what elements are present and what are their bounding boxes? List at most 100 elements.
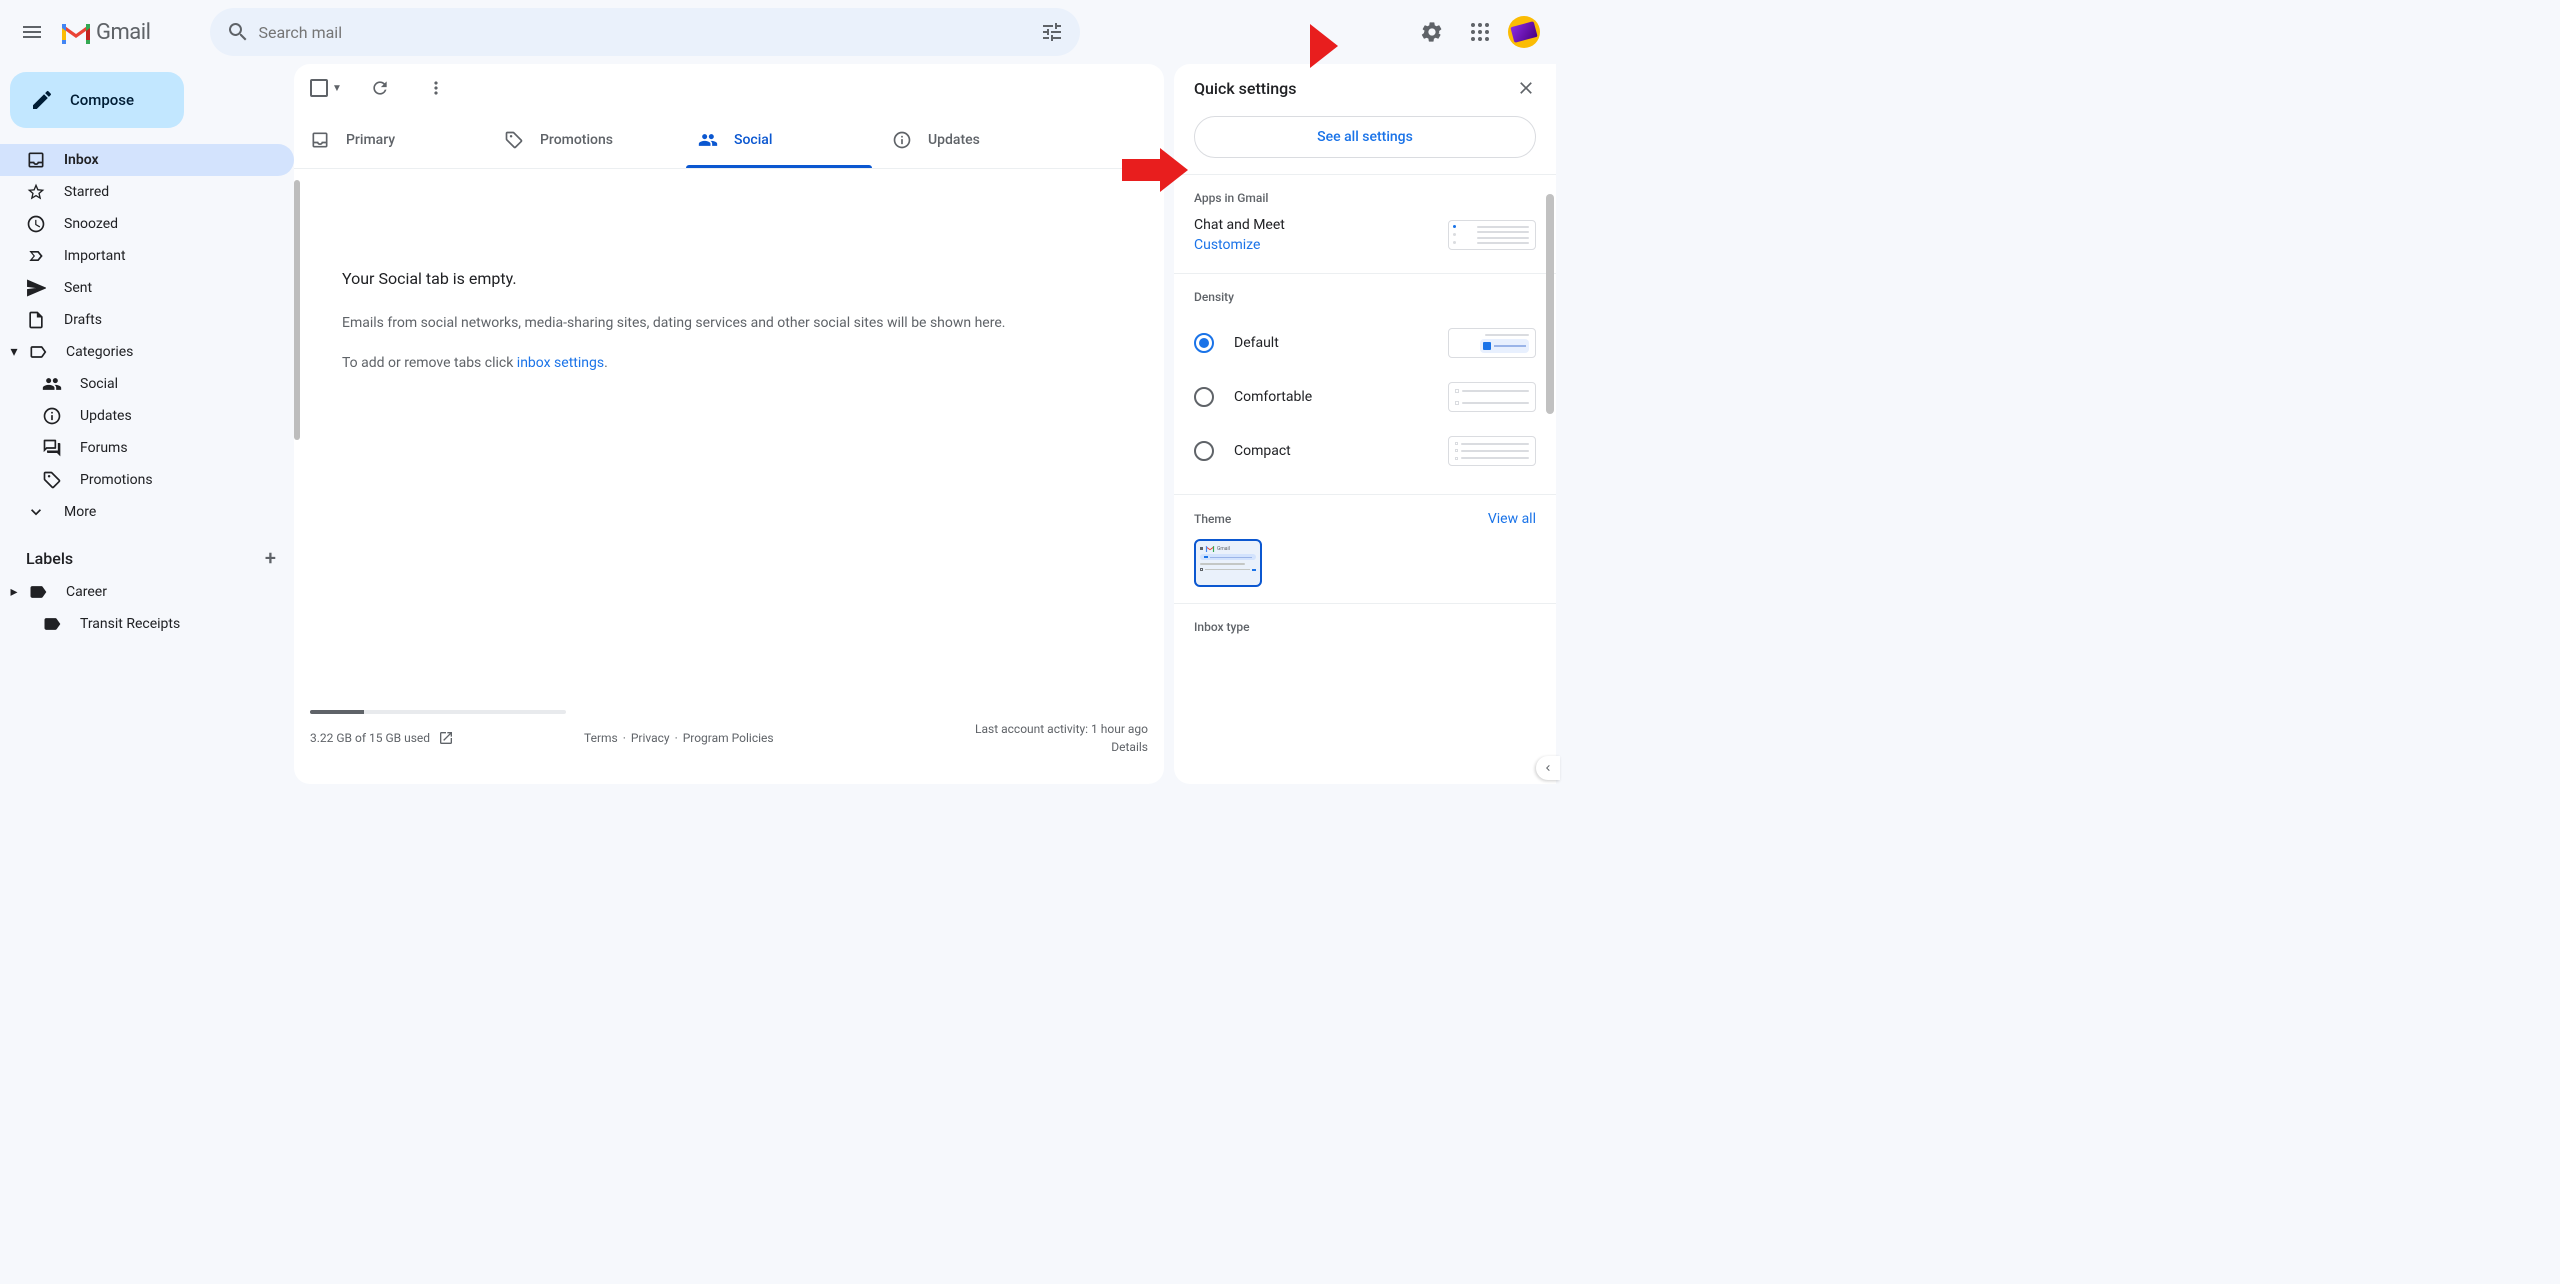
tab-promotions[interactable]: Promotions — [488, 112, 682, 168]
label-icon — [28, 342, 48, 362]
gmail-logo-icon — [60, 20, 92, 44]
empty-description: Emails from social networks, media-shari… — [342, 312, 1116, 334]
search-options-button[interactable] — [1032, 12, 1072, 52]
terms-link[interactable]: Terms — [584, 731, 618, 745]
theme-option-default[interactable]: Gmail — [1194, 539, 1262, 587]
label-icon — [28, 582, 48, 602]
search-icon — [226, 20, 250, 44]
inbox-settings-link[interactable]: inbox settings — [517, 355, 604, 371]
mail-panel: ▼ Primary Promotions — [294, 64, 1164, 784]
account-avatar[interactable] — [1508, 16, 1540, 48]
apps-section: Apps in Gmail Chat and Meet Customize — [1174, 174, 1556, 273]
label-item-career[interactable]: ▸ Career — [0, 576, 294, 608]
settings-scrollbar[interactable] — [1546, 194, 1554, 414]
tab-social[interactable]: Social — [682, 112, 876, 168]
sidebar-item-important[interactable]: Important — [0, 240, 294, 272]
nav-label: Sent — [64, 280, 92, 296]
inbox-type-title: Inbox type — [1194, 620, 1536, 634]
apps-section-title: Apps in Gmail — [1194, 191, 1536, 205]
add-label-button[interactable]: + — [265, 546, 276, 570]
sidebar-item-updates[interactable]: Updates — [0, 400, 294, 432]
compose-button[interactable]: Compose — [10, 72, 184, 128]
open-in-new-icon[interactable] — [438, 730, 454, 746]
avatar-image — [1510, 21, 1537, 43]
inbox-icon — [310, 130, 330, 150]
tab-label: Primary — [346, 132, 395, 148]
inbox-icon — [26, 150, 46, 170]
policies-link[interactable]: Program Policies — [683, 731, 774, 745]
forum-icon — [42, 438, 62, 458]
label-item-transit[interactable]: Transit Receipts — [0, 608, 294, 640]
chevron-right-icon: ▸ — [8, 584, 20, 600]
nav-label: More — [64, 504, 96, 520]
privacy-link[interactable]: Privacy — [631, 731, 670, 745]
labels-list: ▸ Career Transit Receipts — [0, 576, 294, 640]
chevron-down-icon: ▾ — [8, 344, 20, 360]
search-bar — [210, 8, 1080, 56]
close-settings-button[interactable] — [1516, 78, 1536, 98]
chat-meet-preview — [1448, 220, 1536, 250]
density-default[interactable]: Default — [1194, 316, 1536, 370]
label-icon — [42, 614, 62, 634]
category-tabs: Primary Promotions Social Updates — [294, 112, 1164, 169]
tab-primary[interactable]: Primary — [294, 112, 488, 168]
tag-icon — [504, 130, 524, 150]
chat-meet-label: Chat and Meet — [1194, 217, 1285, 233]
label-text: Transit Receipts — [80, 616, 180, 632]
more-vert-icon — [426, 78, 446, 98]
empty-title: Your Social tab is empty. — [342, 269, 1116, 288]
more-button[interactable] — [418, 70, 454, 106]
customize-link[interactable]: Customize — [1194, 237, 1285, 253]
sidebar-item-starred[interactable]: Starred — [0, 176, 294, 208]
sidebar-item-social[interactable]: Social — [0, 368, 294, 400]
compose-label: Compose — [70, 91, 134, 109]
refresh-button[interactable] — [362, 70, 398, 106]
details-link[interactable]: Details — [975, 740, 1148, 754]
chevron-down-icon: ▼ — [332, 83, 342, 94]
close-icon — [1516, 78, 1536, 98]
sidebar-item-forums[interactable]: Forums — [0, 432, 294, 464]
apps-grid-icon — [1468, 20, 1492, 44]
theme-view-all-link[interactable]: View all — [1488, 511, 1536, 527]
see-all-settings-button[interactable]: See all settings — [1194, 116, 1536, 158]
quick-settings-title: Quick settings — [1194, 79, 1296, 98]
sidebar-scrollbar[interactable] — [294, 180, 300, 440]
main-menu-button[interactable] — [8, 8, 56, 56]
search-button[interactable] — [218, 12, 258, 52]
search-input[interactable] — [258, 23, 1032, 42]
sidebar-item-promotions[interactable]: Promotions — [0, 464, 294, 496]
select-all-checkbox[interactable]: ▼ — [310, 79, 342, 97]
density-preview-compact — [1448, 436, 1536, 466]
sidebar-item-inbox[interactable]: Inbox — [0, 144, 294, 176]
sidebar-item-snoozed[interactable]: Snoozed — [0, 208, 294, 240]
chevron-down-icon — [26, 502, 46, 522]
pencil-icon — [30, 88, 54, 112]
mail-footer: 3.22 GB of 15 GB used Terms · Privacy · … — [294, 702, 1164, 784]
density-comfortable[interactable]: Comfortable — [1194, 370, 1536, 424]
density-compact[interactable]: Compact — [1194, 424, 1536, 478]
theme-section-title: Theme — [1194, 512, 1231, 526]
side-panel-toggle[interactable] — [1536, 756, 1560, 780]
density-preview-default — [1448, 328, 1536, 358]
google-apps-button[interactable] — [1460, 12, 1500, 52]
nav-label: Categories — [66, 344, 133, 360]
sidebar-item-more[interactable]: More — [0, 496, 294, 528]
tab-updates[interactable]: Updates — [876, 112, 1070, 168]
gmail-logo-text: Gmail — [96, 20, 150, 45]
tab-label: Updates — [928, 132, 980, 148]
sidebar-item-drafts[interactable]: Drafts — [0, 304, 294, 336]
sidebar-item-sent[interactable]: Sent — [0, 272, 294, 304]
header-actions — [1412, 12, 1552, 52]
people-icon — [698, 130, 718, 150]
star-icon — [26, 182, 46, 202]
annotation-arrow-see-all — [1122, 148, 1188, 192]
toolbar: ▼ — [294, 64, 1164, 112]
refresh-icon — [370, 78, 390, 98]
storage-text: 3.22 GB of 15 GB used — [310, 731, 430, 745]
labels-header: Labels + — [0, 528, 294, 576]
sidebar-item-categories[interactable]: ▾ Categories — [0, 336, 294, 368]
settings-button[interactable] — [1412, 12, 1452, 52]
gmail-logo[interactable]: Gmail — [60, 20, 150, 45]
quick-settings-panel: Quick settings See all settings Apps in … — [1174, 64, 1556, 784]
draft-icon — [26, 310, 46, 330]
